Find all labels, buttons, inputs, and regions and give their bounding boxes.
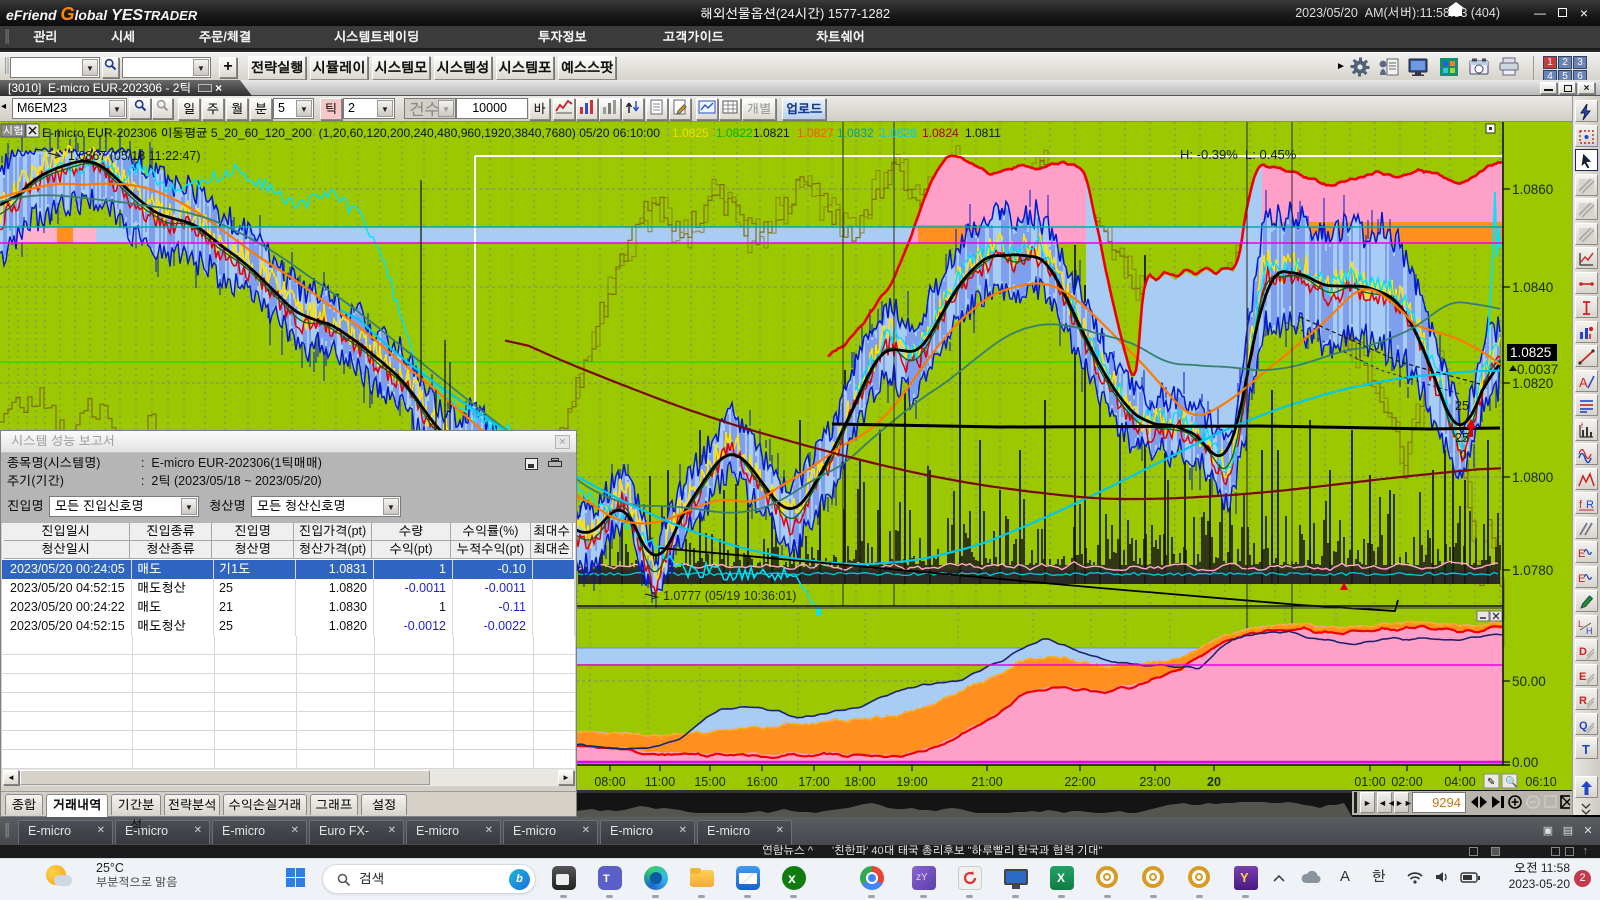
svg-text:1.0827: 1.0827 bbox=[797, 126, 834, 140]
svg-text:17:00: 17:00 bbox=[798, 775, 829, 789]
svg-text:01:00: 01:00 bbox=[1354, 775, 1385, 789]
svg-text:1.0825: 1.0825 bbox=[1510, 345, 1551, 360]
svg-text:1.0824: 1.0824 bbox=[922, 126, 959, 140]
svg-text:06:10: 06:10 bbox=[1525, 775, 1556, 789]
svg-text:25: 25 bbox=[1455, 431, 1469, 445]
svg-text:D: D bbox=[1579, 646, 1587, 658]
svg-text:18:00: 18:00 bbox=[844, 775, 875, 789]
svg-text:1.0780: 1.0780 bbox=[1512, 563, 1553, 578]
svg-text:0.0037: 0.0037 bbox=[1517, 362, 1558, 377]
svg-text:1.0811: 1.0811 bbox=[965, 126, 1001, 140]
svg-text:1.0840: 1.0840 bbox=[1512, 280, 1553, 295]
svg-text:1.0828: 1.0828 bbox=[880, 126, 917, 140]
svg-text:11:00: 11:00 bbox=[645, 775, 675, 789]
svg-text:R: R bbox=[1586, 499, 1594, 511]
svg-text:시험: 시험 bbox=[3, 125, 23, 137]
svg-text:1.0800: 1.0800 bbox=[1512, 470, 1553, 485]
svg-text:H: H bbox=[1586, 626, 1593, 636]
svg-text:50.00: 50.00 bbox=[1512, 674, 1546, 689]
svg-text:1.0825: 1.0825 bbox=[672, 126, 709, 140]
svg-text:E: E bbox=[1579, 671, 1586, 683]
svg-text:1.0867 (05/18 11:22:47): 1.0867 (05/18 11:22:47) bbox=[68, 149, 201, 163]
svg-text:1.0777 (05/19 10:36:01): 1.0777 (05/19 10:36:01) bbox=[663, 589, 796, 603]
svg-text:f: f bbox=[1579, 499, 1583, 511]
svg-text:f: f bbox=[1581, 423, 1583, 430]
svg-text:L: L bbox=[1578, 619, 1583, 629]
svg-text:19:00: 19:00 bbox=[896, 775, 927, 789]
svg-text:E-micro EUR-202306 이동평균 5_20_6: E-micro EUR-202306 이동평균 5_20_60_120_200 … bbox=[42, 127, 660, 140]
svg-text:R: R bbox=[1579, 695, 1587, 707]
svg-text:20: 20 bbox=[1207, 775, 1221, 789]
svg-text:0.00: 0.00 bbox=[1512, 755, 1538, 770]
svg-text:0: 0 bbox=[1460, 448, 1467, 462]
svg-text:🔍: 🔍 bbox=[1505, 775, 1517, 788]
svg-text:E: E bbox=[1578, 573, 1585, 585]
svg-text:E: E bbox=[1578, 548, 1585, 560]
svg-text:15:00: 15:00 bbox=[694, 775, 725, 789]
svg-text:Q: Q bbox=[1579, 720, 1588, 732]
svg-text:✎: ✎ bbox=[1487, 777, 1495, 788]
svg-text:A: A bbox=[1579, 375, 1588, 390]
svg-text:23:00: 23:00 bbox=[1139, 775, 1170, 789]
svg-text:16:00: 16:00 bbox=[746, 775, 777, 789]
svg-text:02:00: 02:00 bbox=[1391, 775, 1422, 789]
svg-text:1.0820: 1.0820 bbox=[1512, 376, 1553, 391]
svg-text:21:00: 21:00 bbox=[971, 775, 1002, 789]
svg-text:H: -0.39% L: 0.45%: H: -0.39% L: 0.45% bbox=[1180, 147, 1297, 162]
svg-text:08:00: 08:00 bbox=[594, 775, 625, 789]
svg-text:1.0822: 1.0822 bbox=[716, 126, 753, 140]
svg-text:1.0832: 1.0832 bbox=[837, 126, 874, 140]
svg-text:1.0821: 1.0821 bbox=[753, 126, 790, 140]
svg-text:1.0860: 1.0860 bbox=[1512, 182, 1553, 197]
svg-text:25: 25 bbox=[1455, 399, 1469, 413]
svg-text:T: T bbox=[1582, 742, 1590, 757]
svg-text:22:00: 22:00 bbox=[1064, 775, 1095, 789]
svg-text:04:00: 04:00 bbox=[1444, 775, 1475, 789]
